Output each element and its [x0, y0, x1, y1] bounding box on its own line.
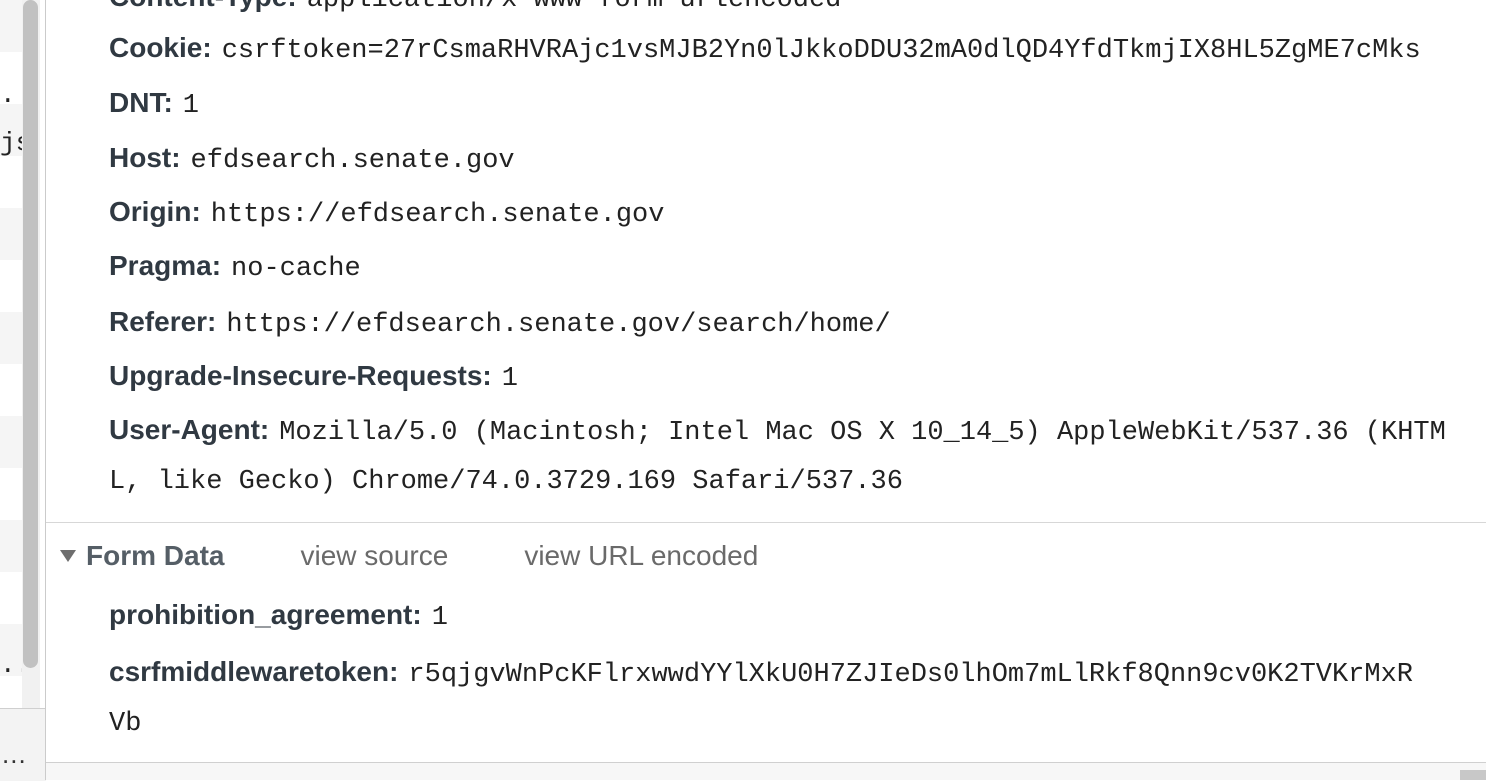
header-key: Host: [109, 142, 181, 173]
form-field-prohibition-agreement: prohibition_agreement: 1 [109, 598, 448, 635]
header-value: https://efdsearch.senate.gov/search/home… [226, 310, 891, 340]
header-value: efdsearch.senate.gov [190, 146, 515, 176]
header-value: https://efdsearch.senate.gov [210, 200, 665, 230]
header-row-content-type: Content-Type: application/x-www-form-urle… [109, 0, 841, 17]
list-row[interactable] [0, 468, 22, 520]
section-divider [46, 522, 1486, 523]
header-key: Cookie: [109, 32, 212, 63]
header-key: Content-Type: [109, 0, 297, 12]
more-ellipsis[interactable]: ... [2, 739, 27, 770]
form-field-value: 1 [431, 603, 448, 633]
header-row-upgrade-insecure-requests: Upgrade-Insecure-Requests: 1 [109, 359, 518, 396]
header-row-origin: Origin: https://efdsearch.senate.gov [109, 195, 664, 232]
header-key: DNT: [109, 87, 173, 118]
form-data-section-header[interactable]: Form Data view source view URL encoded [60, 538, 758, 574]
form-field-key: csrfmiddlewaretoken: [109, 656, 399, 687]
list-row[interactable] [0, 520, 22, 572]
header-row-dnt: DNT: 1 [109, 86, 199, 123]
list-row[interactable] [0, 572, 22, 624]
header-value: 1 [182, 91, 199, 121]
horizontal-scrollbar-track[interactable] [46, 763, 1486, 780]
header-row-pragma: Pragma: no-cache [109, 249, 361, 286]
form-field-key: prohibition_agreement: [109, 599, 422, 630]
header-key: Pragma: [109, 250, 222, 281]
list-row[interactable] [0, 208, 22, 260]
header-row-cookie: Cookie: csrftoken=27rCsmaRHVRAjc1vsMJB2Yn… [109, 31, 1421, 68]
horizontal-scrollbar-thumb[interactable] [1460, 770, 1486, 780]
list-row[interactable] [0, 156, 22, 208]
header-value: no-cache [231, 254, 361, 284]
header-row-referer: Referer: https://efdsearch.senate.gov/sea… [109, 305, 891, 342]
header-row-host: Host: efdsearch.senate.gov [109, 141, 515, 178]
list-text-fragment: js [0, 128, 22, 158]
header-value: csrftoken=27rCsmaRHVRAjc1vsMJB2Yn0lJkkoD… [221, 36, 1421, 66]
request-list-pane[interactable]: . js ... [0, 0, 22, 708]
view-source-link[interactable]: view source [300, 540, 448, 572]
list-text-fragment: . [0, 80, 16, 110]
header-key: Origin: [109, 196, 201, 227]
headers-panel: Content-Type: application/x-www-form-urle… [46, 0, 1486, 780]
list-text-fragment: ... [0, 650, 22, 680]
view-url-encoded-link[interactable]: view URL encoded [524, 540, 758, 572]
header-value: 1 [501, 364, 518, 394]
header-row-user-agent: User-Agent: Mozilla/5.0 (Macintosh; Intel… [109, 413, 1446, 450]
status-bar-left: ... [0, 708, 46, 781]
form-field-csrfmiddlewaretoken: csrfmiddlewaretoken: r5qjgvWnPcKFlrxwwdYY… [109, 655, 1413, 692]
header-value: Mozilla/5.0 (Macintosh; Intel Mac OS X 1… [279, 418, 1446, 448]
triangle-down-icon[interactable] [60, 550, 76, 562]
header-key: User-Agent: [109, 414, 270, 445]
header-value: application/x-www-form-urlencoded [306, 0, 842, 15]
header-value-continuation: L, like Gecko) Chrome/74.0.3729.169 Safa… [109, 467, 903, 497]
section-title[interactable]: Form Data [86, 540, 224, 572]
header-key: Upgrade-Insecure-Requests: [109, 360, 492, 391]
list-row[interactable] [0, 312, 22, 364]
form-field-value-continuation: Vb [109, 709, 142, 739]
form-field-value: r5qjgvWnPcKFlrxwwdYYlXkU0H7ZJIeDs0lhOm7m… [408, 660, 1413, 690]
list-row[interactable] [0, 364, 22, 416]
list-scrollbar-thumb[interactable] [23, 0, 38, 668]
list-row[interactable] [0, 260, 22, 312]
list-row[interactable] [0, 0, 22, 52]
header-key: Referer: [109, 306, 217, 337]
list-row[interactable] [0, 416, 22, 468]
